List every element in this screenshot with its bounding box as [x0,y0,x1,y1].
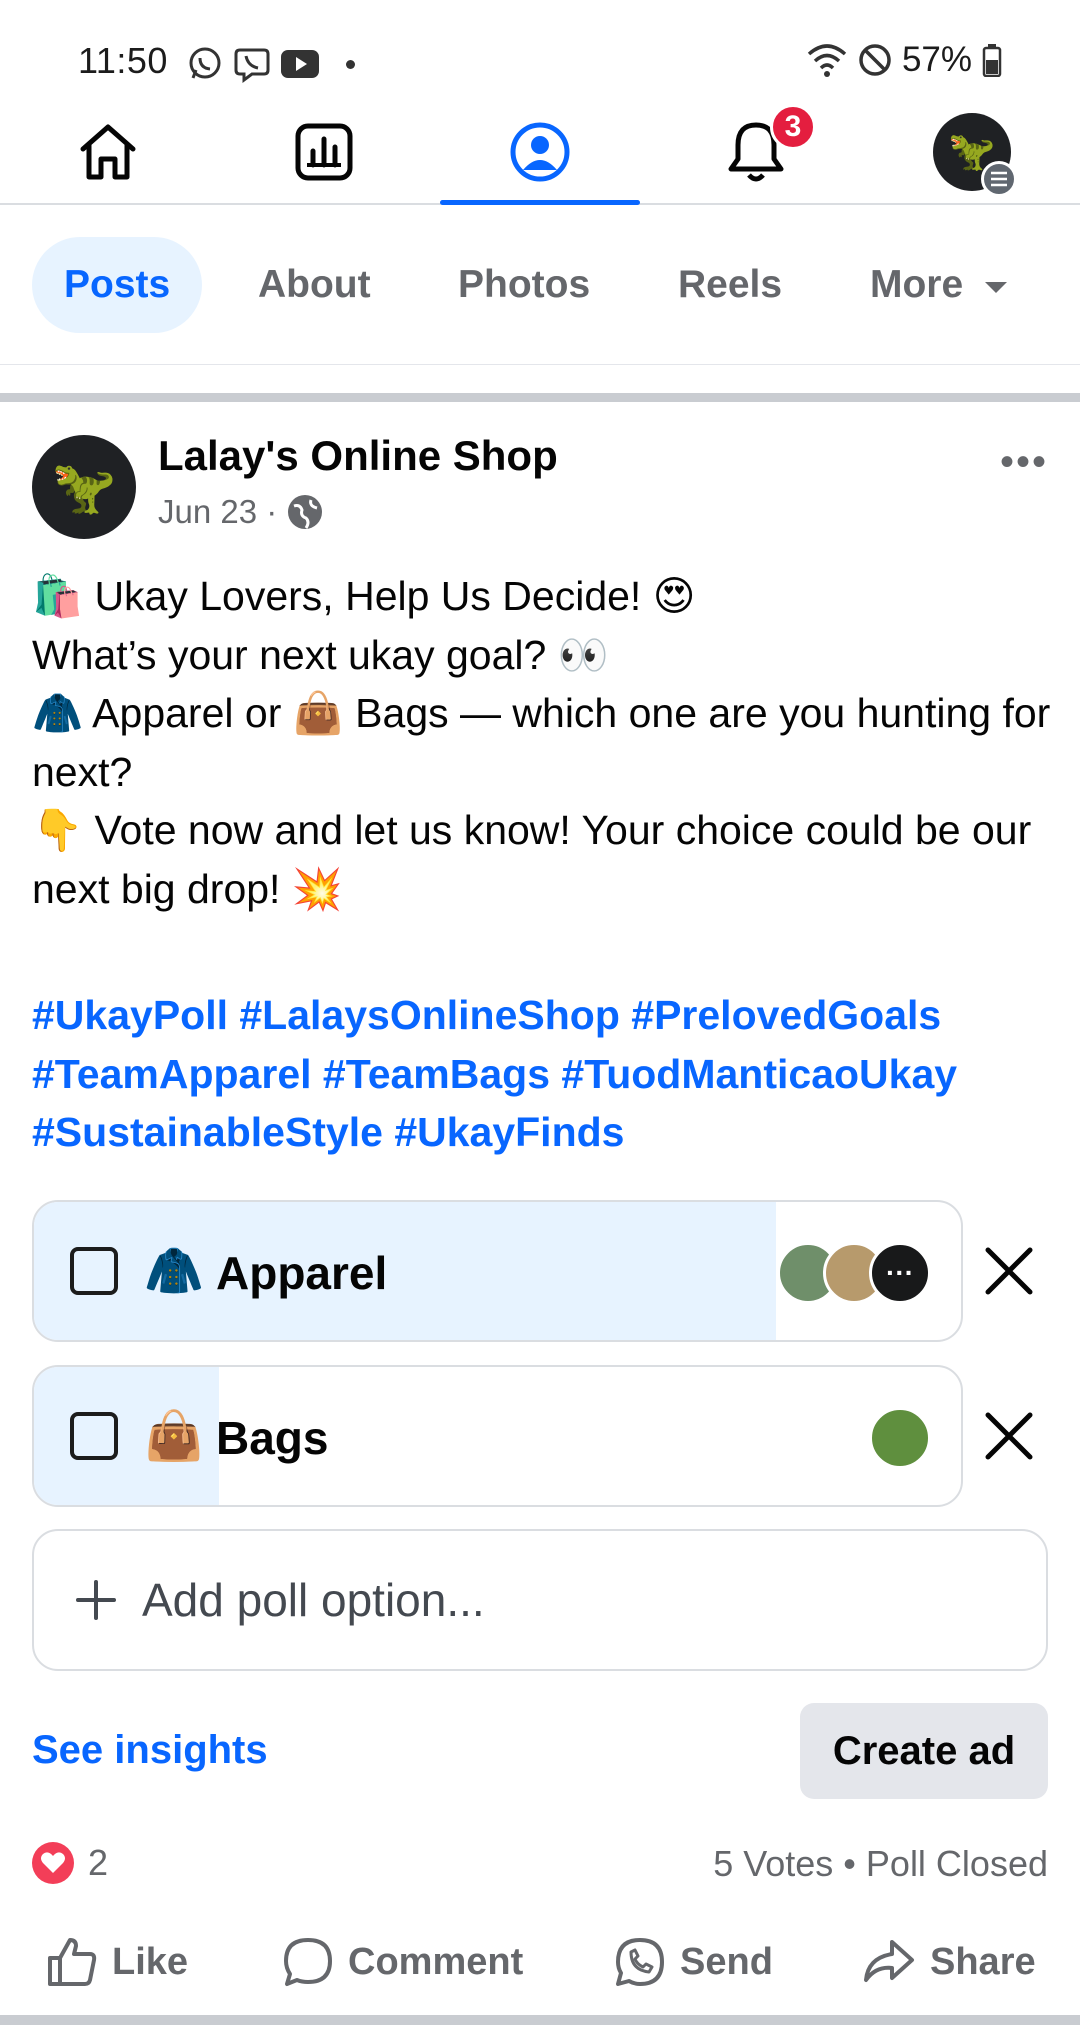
status-right: 57% [806,40,1002,80]
status-bar: 11:50 57% [0,0,1080,100]
nav-dashboard[interactable] [254,100,394,203]
comment-button[interactable]: Comment [282,1922,523,2002]
post-line: 👇 Vote now and let us know! Your choice … [32,807,1032,912]
post-actions: Like Comment Send Share [0,1922,1080,2002]
add-poll-option[interactable]: Add poll option... [32,1529,1048,1671]
nav-home[interactable] [38,100,178,203]
caret-down-icon [985,281,1008,293]
tab-about[interactable]: About [258,237,371,333]
thumbs-up-icon [48,1938,97,1986]
home-icon [80,124,136,179]
poll-voters[interactable]: ··· [777,1242,931,1304]
reaction-summary[interactable]: 2 [32,1842,108,1884]
nav-profile[interactable] [440,100,640,205]
page-avatar: 🦖 [933,112,1017,197]
remove-option-icon[interactable] [978,1240,1040,1302]
whatsapp-send-icon [616,1938,664,1986]
post-line: What’s your next ukay goal? 👀 [32,631,609,678]
do-not-disturb-icon [859,44,891,76]
comment-label: Comment [348,1940,524,1983]
globe-icon [288,495,323,529]
tab-posts[interactable]: Posts [32,237,203,333]
coat-icon: 🧥 [144,1245,204,1298]
viber-icon [234,48,270,83]
love-reaction-icon [32,1842,74,1884]
send-label: Send [680,1940,773,1983]
tab-photos[interactable]: Photos [458,237,590,333]
like-button[interactable]: Like [46,1922,188,2002]
voter-avatar [869,1407,931,1469]
notification-icons [186,44,355,84]
post-line: 🛍️ Ukay Lovers, Help Us Decide! 😍 [32,573,696,619]
section-divider [0,393,1080,402]
reaction-count: 2 [88,1842,109,1883]
add-poll-option-label: Add poll option... [142,1574,485,1626]
remove-option-icon[interactable] [978,1405,1040,1467]
share-button[interactable]: Share [862,1922,1036,2002]
battery-percent: 57% [901,40,972,79]
dashboard-icon [295,123,353,180]
post-text: 🛍️ Ukay Lovers, Help Us Decide! 😍 What’s… [32,567,1052,918]
wifi-icon [807,44,847,77]
comment-icon [284,1938,332,1986]
poll-option-label: Bags [216,1412,329,1464]
see-insights-link[interactable]: See insights [32,1728,268,1773]
more-voters-icon: ··· [869,1242,931,1304]
more-notifications-dot [346,59,355,69]
nav-menu[interactable]: 🦖 [902,100,1042,203]
post-meta: Jun 23 · [158,492,325,532]
poll-checkbox[interactable] [70,1247,118,1295]
status-time: 11:50 [78,40,168,81]
poll-option-label: Apparel [216,1247,388,1299]
post-date[interactable]: Jun 23 · [158,493,277,531]
nav-notifications[interactable]: 3 [686,100,826,203]
youtube-icon [281,50,319,78]
top-nav: 3 🦖 [0,100,1080,205]
dinosaur-icon: 🦖 [51,458,117,517]
section-divider [0,2015,1080,2025]
handbag-icon: 👜 [144,1410,204,1463]
post-line: 🧥 Apparel or 👜 Bags — which one are you … [32,690,1051,795]
post-author-avatar[interactable]: 🦖 [32,435,136,539]
profile-icon [510,122,570,181]
battery-icon [982,44,1002,77]
post-options-icon[interactable]: ••• [1000,440,1048,485]
share-icon [864,1940,914,1982]
post-author-name[interactable]: Lalay's Online Shop [158,432,558,480]
plus-icon [76,1580,116,1620]
poll-votes-status: 5 Votes • Poll Closed [713,1843,1048,1884]
post-hashtags[interactable]: #UkayPoll #LalaysOnlineShop #PrelovedGoa… [32,986,1062,1162]
whatsapp-icon [189,47,221,79]
share-label: Share [930,1940,1036,1983]
poll-voters[interactable] [869,1407,931,1469]
create-ad-button[interactable]: Create ad [800,1703,1048,1799]
send-button[interactable]: Send [614,1922,773,2002]
notification-badge: 3 [770,104,816,150]
tab-more-label: More [870,263,964,306]
poll-checkbox[interactable] [70,1412,118,1460]
poll-option-bags[interactable]: 👜 Bags [32,1365,963,1507]
like-label: Like [112,1940,189,1983]
tab-reels[interactable]: Reels [678,237,782,333]
menu-icon [981,160,1017,197]
poll-option-apparel[interactable]: 🧥 Apparel ··· [32,1200,963,1342]
tab-more[interactable]: More [870,237,1008,333]
profile-tabs: Posts About Photos Reels More [0,207,1080,365]
